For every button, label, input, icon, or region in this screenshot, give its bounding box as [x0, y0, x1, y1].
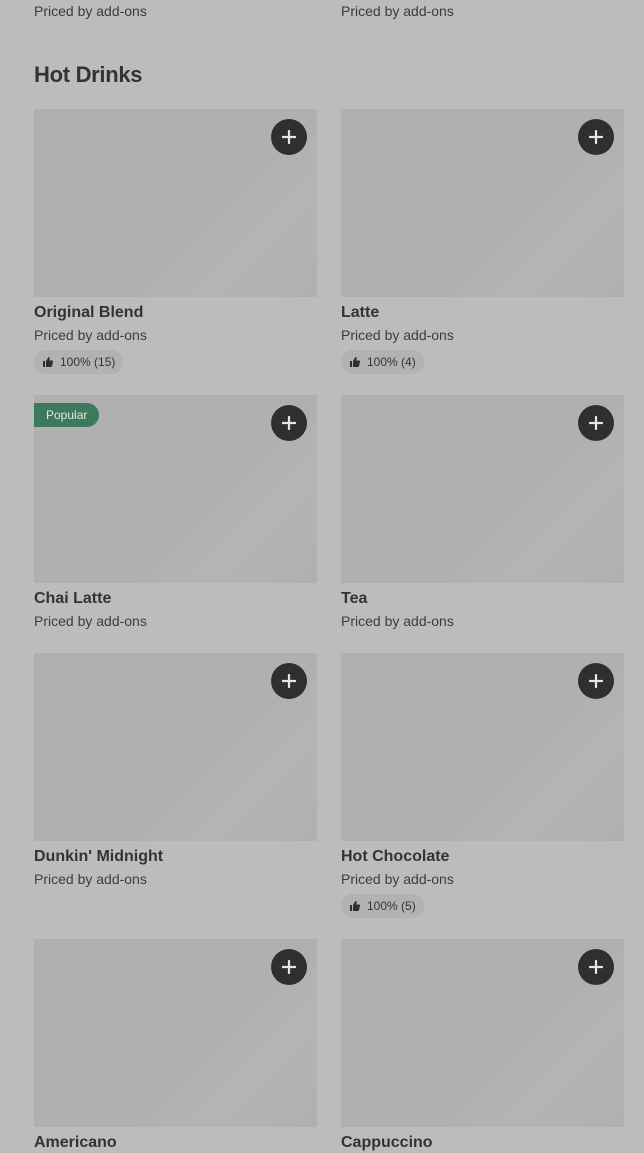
add-to-cart-button[interactable]	[271, 949, 307, 985]
menu-item-card[interactable]: Tea Priced by add-ons	[341, 395, 624, 630]
item-name[interactable]: Hot Chocolate	[341, 847, 624, 867]
plus-icon	[589, 674, 603, 688]
add-to-cart-button[interactable]	[271, 663, 307, 699]
rating-text: 100% (4)	[367, 355, 416, 369]
plus-icon	[282, 674, 296, 688]
item-name[interactable]: Cappuccino	[341, 1133, 624, 1153]
item-image[interactable]	[34, 653, 317, 841]
add-to-cart-button[interactable]	[578, 663, 614, 699]
item-name[interactable]: Dunkin' Midnight	[34, 847, 317, 867]
item-image[interactable]: Popular	[34, 395, 317, 583]
plus-icon	[589, 960, 603, 974]
add-to-cart-button[interactable]	[578, 949, 614, 985]
item-price: Priced by add-ons	[341, 327, 454, 343]
plus-icon	[282, 130, 296, 144]
rating-badge: 100% (4)	[341, 350, 424, 374]
item-name[interactable]: Original Blend	[34, 303, 317, 323]
popular-badge: Popular	[34, 403, 100, 427]
menu-item-card[interactable]: Cappuccino	[341, 939, 624, 1153]
plus-icon	[589, 130, 603, 144]
section-title: Hot Drinks	[34, 62, 143, 87]
item-image[interactable]	[341, 109, 624, 297]
item-price: Priced by add-ons	[34, 327, 147, 343]
menu-item-card[interactable]: Original Blend Priced by add-ons 100% (1…	[34, 109, 317, 374]
item-name[interactable]: Americano	[34, 1133, 317, 1153]
plus-icon	[282, 416, 296, 430]
rating-text: 100% (15)	[60, 355, 116, 369]
menu-item-card[interactable]: Dunkin' Midnight Priced by add-ons	[34, 653, 317, 888]
menu-item-card[interactable]: Americano	[34, 939, 317, 1153]
item-image[interactable]	[34, 939, 317, 1127]
thumbs-up-icon	[350, 357, 361, 367]
menu-item-card[interactable]: Latte Priced by add-ons 100% (4)	[341, 109, 624, 374]
thumbs-up-icon	[43, 357, 54, 367]
item-price: Priced by add-ons	[341, 613, 454, 629]
item-price: Priced by add-ons	[34, 613, 147, 629]
add-to-cart-button[interactable]	[271, 405, 307, 441]
plus-icon	[589, 416, 603, 430]
add-to-cart-button[interactable]	[271, 119, 307, 155]
item-image[interactable]	[341, 395, 624, 583]
item-image[interactable]	[34, 109, 317, 297]
item-price: Priced by add-ons	[34, 3, 147, 19]
add-to-cart-button[interactable]	[578, 405, 614, 441]
item-image[interactable]	[341, 939, 624, 1127]
item-name[interactable]: Tea	[341, 589, 624, 609]
rating-badge: 100% (15)	[34, 350, 124, 374]
item-price: Priced by add-ons	[341, 3, 454, 19]
item-name[interactable]: Latte	[341, 303, 624, 323]
menu-item-card[interactable]: Popular Chai Latte Priced by add-ons	[34, 395, 317, 630]
add-to-cart-button[interactable]	[578, 119, 614, 155]
menu-item-card[interactable]: Hot Chocolate Priced by add-ons 100% (5)	[341, 653, 624, 918]
plus-icon	[282, 960, 296, 974]
item-price: Priced by add-ons	[34, 871, 147, 887]
thumbs-up-icon	[350, 901, 361, 911]
item-price: Priced by add-ons	[341, 871, 454, 887]
item-name[interactable]: Chai Latte	[34, 589, 317, 609]
item-image[interactable]	[341, 653, 624, 841]
rating-badge: 100% (5)	[341, 894, 424, 918]
rating-text: 100% (5)	[367, 899, 416, 913]
